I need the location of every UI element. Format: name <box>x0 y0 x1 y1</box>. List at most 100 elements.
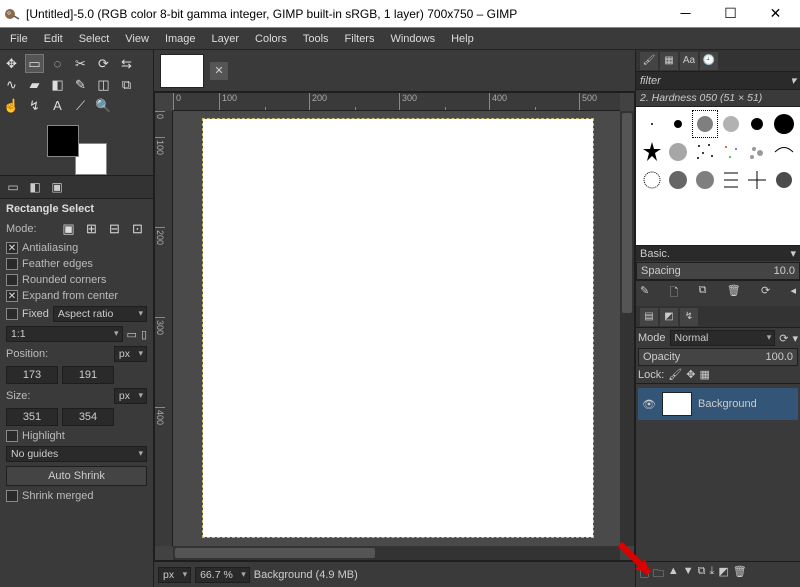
chevron-down-icon[interactable]: ▾ <box>790 247 796 260</box>
menu-layer[interactable]: Layer <box>204 31 248 47</box>
maximize-button[interactable]: ☐ <box>708 0 753 27</box>
mode-add-icon[interactable]: ⊞ <box>82 219 101 238</box>
menu-help[interactable]: Help <box>443 31 482 47</box>
layer-mode-select[interactable]: Normal <box>670 330 776 346</box>
menu-select[interactable]: Select <box>71 31 118 47</box>
auto-shrink-button[interactable]: Auto Shrink <box>6 466 147 486</box>
new-group-icon[interactable]: 🗀 <box>653 565 664 584</box>
brush-item[interactable] <box>693 167 717 193</box>
zoom-tool-icon[interactable]: 🔍 <box>94 96 113 115</box>
reset-mode-icon[interactable]: ⟳ <box>779 332 788 345</box>
history-tab-icon[interactable]: 🕘 <box>700 52 718 70</box>
image-tab-icon[interactable]: ▣ <box>48 178 66 196</box>
lock-pos-icon[interactable]: ✥ <box>686 368 695 381</box>
text-tool-icon[interactable]: A <box>48 96 67 115</box>
crop-tool-icon[interactable]: ✂ <box>71 54 90 73</box>
layers-tab-icon[interactable]: ▤ <box>640 308 658 326</box>
antialiasing-checkbox[interactable] <box>6 242 18 254</box>
mode-replace-icon[interactable]: ▣ <box>59 219 78 238</box>
dup-layer-icon[interactable]: ⧉ <box>698 565 706 584</box>
picker-tool-icon[interactable]: ⟋ <box>71 96 90 115</box>
close-button[interactable]: ✕ <box>753 0 798 27</box>
scrollbar-vertical[interactable] <box>620 111 634 546</box>
visibility-icon[interactable]: 👁 <box>642 398 656 411</box>
brush-preset[interactable]: Basic. <box>640 248 670 260</box>
mask-layer-icon[interactable]: ◩ <box>718 565 728 584</box>
layer-name[interactable]: Background <box>698 398 757 410</box>
status-zoom-select[interactable]: 66.7 % <box>195 567 250 583</box>
brush-item[interactable] <box>719 111 743 137</box>
refresh-brush-icon[interactable]: ⟳ <box>761 284 770 303</box>
spacing-value[interactable]: 10.0 <box>774 265 795 277</box>
background-color[interactable] <box>75 143 107 175</box>
rotate-tool-icon[interactable]: ⟳ <box>94 54 113 73</box>
feather-checkbox[interactable] <box>6 258 18 270</box>
brush-menu-icon[interactable]: ◂ <box>790 284 796 303</box>
merge-layer-icon[interactable]: ⤓ <box>710 565 715 584</box>
opacity-value[interactable]: 100.0 <box>765 351 793 363</box>
brush-item[interactable] <box>640 167 664 193</box>
ratio-field[interactable]: 1:1 <box>6 326 123 342</box>
shrink-merged-checkbox[interactable] <box>6 490 18 502</box>
mode-sub-icon[interactable]: ⊟ <box>105 219 124 238</box>
menu-file[interactable]: File <box>2 31 36 47</box>
menu-filters[interactable]: Filters <box>337 31 383 47</box>
highlight-checkbox[interactable] <box>6 430 18 442</box>
status-unit-select[interactable]: px <box>158 567 191 583</box>
canvas[interactable] <box>203 119 593 537</box>
close-image-icon[interactable]: ✕ <box>210 62 228 80</box>
new-brush-icon[interactable]: 🗋 <box>669 284 678 303</box>
chevron-down-icon[interactable]: ▾ <box>790 74 796 87</box>
patterns-tab-icon[interactable]: ▦ <box>660 52 678 70</box>
lock-pixel-icon[interactable]: 🖌 <box>668 368 682 381</box>
brush-item[interactable] <box>693 139 717 165</box>
size-h-field[interactable]: 354 <box>62 408 114 426</box>
pencil-tool-icon[interactable]: ✎ <box>71 75 90 94</box>
mode-intersect-icon[interactable]: ⊡ <box>128 219 147 238</box>
brush-item[interactable] <box>666 111 690 137</box>
menu-tools[interactable]: Tools <box>295 31 337 47</box>
clone-tool-icon[interactable]: ⧉ <box>117 75 136 94</box>
eraser-tool-icon[interactable]: ◫ <box>94 75 113 94</box>
portrait-icon[interactable]: ▯ <box>141 328 147 341</box>
lock-alpha-icon[interactable]: ▦ <box>699 368 709 381</box>
brush-item[interactable] <box>745 139 769 165</box>
brush-item[interactable] <box>772 111 796 137</box>
foreground-color[interactable] <box>47 125 79 157</box>
brush-item[interactable] <box>666 167 690 193</box>
brush-item[interactable] <box>719 167 743 193</box>
brush-item[interactable] <box>666 139 690 165</box>
landscape-icon[interactable]: ▭ <box>127 328 137 341</box>
brush-item[interactable] <box>772 167 796 193</box>
move-tool-icon[interactable]: ✥ <box>2 54 21 73</box>
gradient-tool-icon[interactable]: ◧ <box>48 75 67 94</box>
ruler-vertical[interactable]: 0100200300400 <box>155 111 173 546</box>
brush-item[interactable] <box>745 111 769 137</box>
raise-layer-icon[interactable]: ▲ <box>668 565 679 584</box>
menu-view[interactable]: View <box>117 31 157 47</box>
size-unit-select[interactable]: px <box>114 388 147 404</box>
delete-brush-icon[interactable]: 🗑 <box>727 284 741 303</box>
flip-tool-icon[interactable]: ⇆ <box>117 54 136 73</box>
paths-tab-icon[interactable]: ↯ <box>680 308 698 326</box>
ruler-horizontal[interactable]: 0100200300400500600 <box>173 93 620 111</box>
brush-item[interactable] <box>693 111 717 137</box>
new-layer-icon[interactable]: 🗋 <box>640 565 649 584</box>
image-thumbnail[interactable] <box>160 54 204 88</box>
fixed-select[interactable]: Aspect ratio <box>53 306 147 322</box>
rect-select-tool-icon[interactable]: ▭ <box>25 54 44 73</box>
tool-options-tab-icon[interactable]: ▭ <box>4 178 22 196</box>
guides-select[interactable]: No guides <box>6 446 147 462</box>
brush-item[interactable] <box>745 167 769 193</box>
menu-windows[interactable]: Windows <box>382 31 443 47</box>
lower-layer-icon[interactable]: ▼ <box>683 565 694 584</box>
chevron-down-icon[interactable]: ▾ <box>792 332 798 345</box>
fixed-checkbox[interactable] <box>6 308 18 320</box>
warp-tool-icon[interactable]: ∿ <box>2 75 21 94</box>
free-select-tool-icon[interactable]: ◌ <box>48 54 67 73</box>
menu-edit[interactable]: Edit <box>36 31 71 47</box>
brush-item[interactable] <box>772 139 796 165</box>
path-tool-icon[interactable]: ↯ <box>25 96 44 115</box>
brush-item[interactable] <box>719 139 743 165</box>
rounded-checkbox[interactable] <box>6 274 18 286</box>
